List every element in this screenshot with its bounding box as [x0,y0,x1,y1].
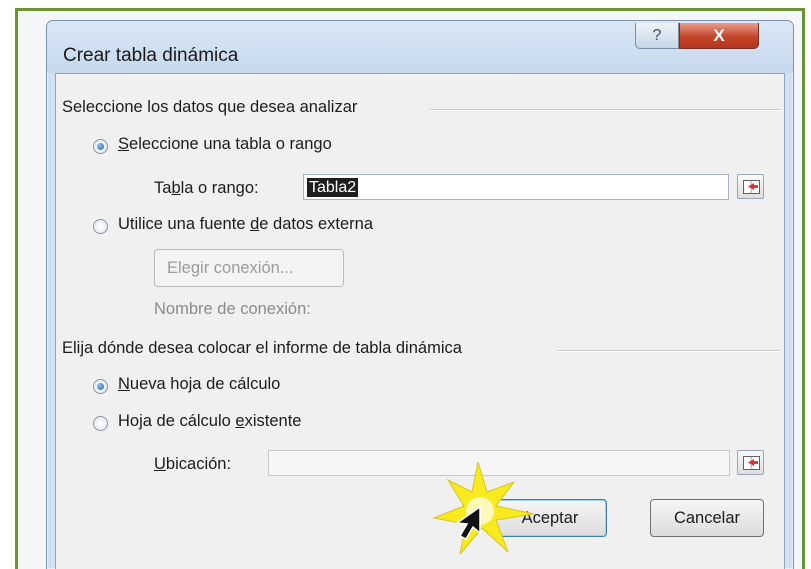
help-button[interactable]: ? [635,23,679,49]
radio-new-sheet[interactable] [93,379,108,394]
group-divider [430,109,780,111]
radio-external-source[interactable] [93,219,108,234]
range-picker-icon[interactable] [737,450,764,475]
location-label: Ubicación: [154,455,232,473]
radio-external-source-label[interactable]: Utilice una fuente de datos externa [118,215,373,234]
destination-group-heading: Elija dónde desea colocar el informe de … [62,339,462,357]
connection-name-label: Nombre de conexión: [154,300,311,318]
radio-existing-sheet[interactable] [93,416,108,431]
mouse-pointer-icon [454,505,481,540]
dialog-title: Crear tabla dinámica [63,45,239,66]
choose-connection-button[interactable]: Elegir conexión... [154,249,344,287]
dialog-body: Seleccione los datos que desea analizar … [55,73,785,569]
title-bar: Crear tabla dinámica ? X [47,21,793,73]
radio-new-sheet-label[interactable]: Nueva hoja de cálculo [118,375,280,394]
radio-existing-sheet-label[interactable]: Hoja de cálculo existente [118,412,301,431]
group-divider [558,350,780,352]
table-range-input[interactable]: Tabla2 [303,174,729,200]
cancel-button[interactable]: Cancelar [650,499,764,537]
radio-select-table-label[interactable]: Seleccione una tabla o rango [118,135,332,154]
close-button[interactable]: X [679,23,759,49]
create-pivot-table-dialog: Crear tabla dinámica ? X Seleccione los … [46,20,794,569]
radio-select-table[interactable] [93,139,108,154]
range-picker-icon[interactable] [737,174,764,199]
table-range-value: Tabla2 [307,178,359,197]
table-range-label: Tabla o rango: [154,179,259,197]
source-group-heading: Seleccione los datos que desea analizar [62,98,358,116]
